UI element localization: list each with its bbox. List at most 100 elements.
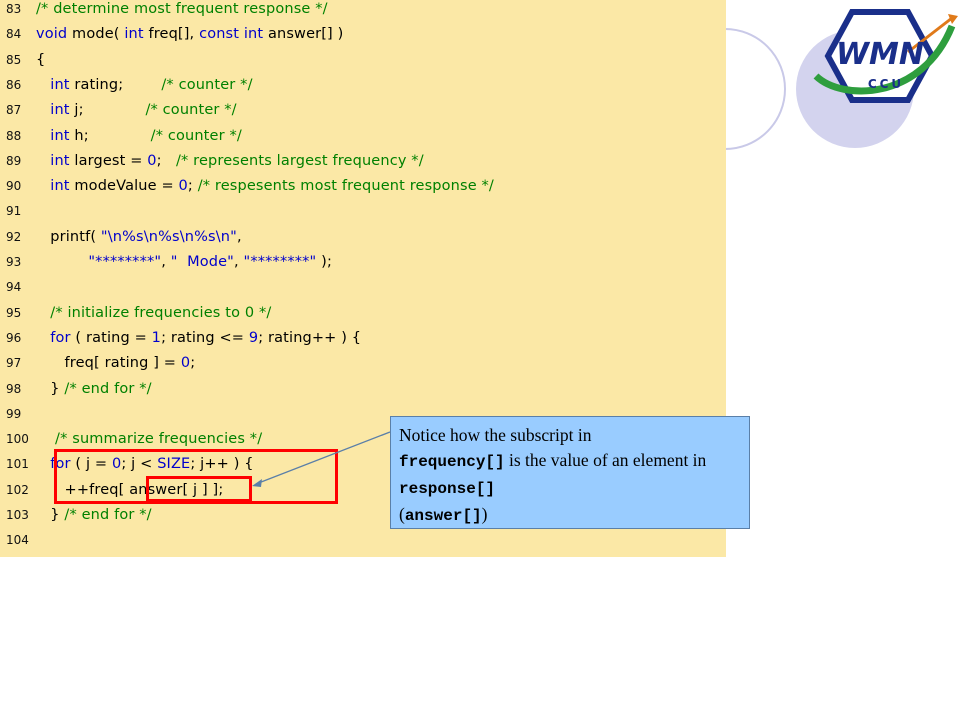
line-number: 87: [6, 103, 22, 118]
code-text: /* determine most frequent response */: [36, 0, 328, 18]
code-token: /* represents largest frequency */: [175, 152, 424, 169]
code-token: /* counter */: [150, 127, 242, 144]
svg-text:CCU: CCU: [868, 77, 904, 91]
code-text: } /* end for */: [36, 380, 152, 398]
explanation-callout: Notice how the subscript in frequency[] …: [390, 416, 750, 529]
line-number: 94: [6, 280, 22, 295]
code-token: freq[],: [143, 26, 200, 43]
line-number: 99: [6, 406, 22, 421]
line-number: 92: [6, 229, 22, 244]
code-token: printf(: [36, 228, 101, 245]
code-token: ( rating =: [70, 329, 152, 346]
code-token: {: [36, 51, 46, 68]
callout-text-2: is the value of an element in: [504, 450, 707, 470]
line-number: 84: [6, 27, 22, 42]
code-token: int: [50, 152, 70, 169]
line-number: 91: [6, 204, 22, 219]
line-number: 98: [6, 381, 22, 396]
line-number: 88: [6, 128, 22, 143]
code-text: freq[ rating ] = 0;: [36, 354, 196, 372]
code-token: largest =: [69, 152, 148, 169]
code-token: "********": [243, 254, 317, 270]
code-token: int: [50, 102, 70, 119]
code-token: int: [50, 76, 70, 93]
line-number: 104: [6, 533, 29, 548]
svg-text:WMN: WMN: [836, 37, 924, 72]
code-token: 0: [147, 152, 157, 169]
line-number: 100: [6, 432, 29, 447]
code-token: /* summarize frequencies */: [55, 431, 263, 448]
code-text: void mode( int freq[], const int answer[…: [36, 25, 343, 43]
line-number: 102: [6, 482, 29, 497]
code-text: {: [36, 51, 45, 69]
code-text: int modeValue = 0; /* respesents most fr…: [36, 177, 494, 195]
code-token: ,: [161, 254, 171, 270]
code-token: rating;: [69, 76, 162, 93]
line-number: 96: [6, 330, 22, 345]
code-token: ;: [156, 152, 176, 169]
code-token: modeValue =: [69, 178, 179, 195]
code-token: mode(: [67, 26, 125, 43]
line-number: 86: [6, 77, 22, 92]
code-token: "********": [88, 254, 162, 270]
code-text: int largest = 0; /* represents largest f…: [36, 152, 424, 170]
code-token: ,: [234, 254, 244, 270]
line-number: 83: [6, 2, 22, 16]
code-text: int h; /* counter */: [36, 127, 242, 145]
wmn-ccu-logo: WMN CCU: [813, 9, 958, 103]
code-token: answer[] ): [263, 26, 344, 43]
callout-text-4: ): [481, 504, 488, 524]
code-text: } /* end for */: [36, 506, 152, 524]
code-token: }: [36, 380, 65, 397]
code-text: int j; /* counter */: [36, 101, 237, 119]
code-token: ;: [187, 178, 198, 195]
code-text: "********", " Mode", "********" );: [36, 253, 332, 271]
code-token: );: [316, 254, 332, 270]
callout-code-answer: answer[]: [404, 507, 482, 525]
line-number: 103: [6, 508, 29, 522]
line-number: 101: [6, 457, 29, 472]
code-token: int: [50, 127, 70, 144]
code-token: freq[ rating ] =: [36, 355, 181, 372]
code-token: /* end for */: [64, 507, 152, 523]
code-token: int: [124, 26, 144, 43]
callout-text-1: Notice how the subscript in: [399, 425, 592, 445]
code-token: 0: [178, 178, 188, 195]
answer-subscript-highlight: [146, 476, 252, 502]
code-token: 9: [248, 329, 259, 346]
line-number: 93: [6, 255, 22, 269]
code-token: h;: [69, 127, 151, 144]
code-text: /* summarize frequencies */: [36, 430, 262, 448]
code-token: "\n%s\n%s\n%s\n": [100, 228, 237, 245]
code-token: /* determine most frequent response */: [36, 1, 328, 17]
code-token: 1: [151, 329, 162, 346]
code-token: 0: [180, 355, 191, 372]
code-token: /* initialize frequencies to 0 */: [50, 304, 272, 321]
code-token: /* respesents most frequent response */: [197, 178, 494, 195]
line-number: 89: [6, 153, 22, 168]
code-token: ; rating <=: [161, 329, 249, 346]
code-text: /* initialize frequencies to 0 */: [36, 304, 271, 322]
code-text: printf( "\n%s\n%s\n%s\n",: [36, 228, 242, 246]
line-number: 85: [6, 52, 22, 67]
code-token: /* counter */: [145, 102, 237, 119]
code-token: const int: [199, 26, 264, 43]
code-token: " Mode": [170, 254, 234, 270]
code-token: }: [36, 507, 65, 523]
line-number: 97: [6, 356, 22, 371]
code-token: /* end for */: [64, 380, 152, 397]
code-token: for: [50, 329, 71, 346]
code-token: ,: [236, 228, 242, 245]
line-number: 95: [6, 305, 22, 320]
code-token: void: [36, 26, 68, 43]
